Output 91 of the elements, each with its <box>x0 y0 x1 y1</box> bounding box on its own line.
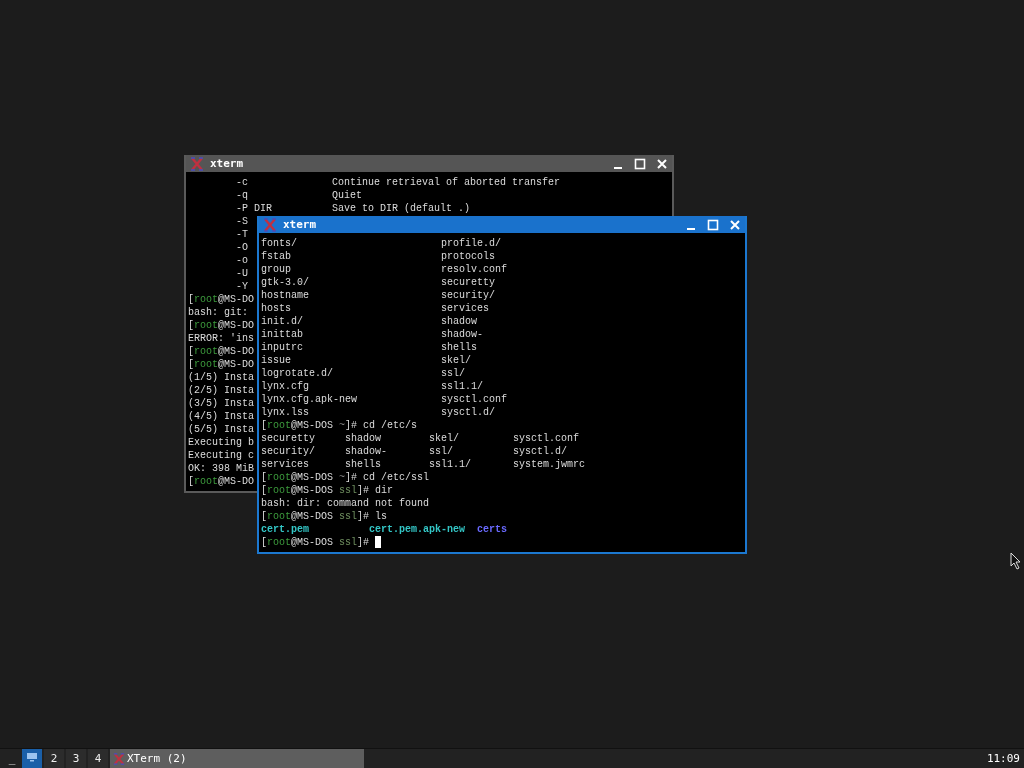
terminal-text: group <box>261 263 292 276</box>
prompt-text: [root@MS-DOS ~]# cd /etc/ssl <box>261 471 430 484</box>
terminal-text: shadow <box>345 432 382 445</box>
desktop-button[interactable]: 3 <box>66 749 86 768</box>
window-title: xterm <box>210 157 244 170</box>
terminal-text: ssl1.1/ <box>429 458 472 471</box>
terminal-text: OK: 398 MiB <box>188 462 254 475</box>
prompt-text: [root@MS-DO <box>188 319 255 332</box>
terminal-text: shadow- <box>345 445 388 458</box>
monitor-icon <box>26 752 38 762</box>
terminal-text: -P DIR <box>236 202 273 215</box>
desktop-button[interactable] <box>22 749 42 768</box>
terminal-text: init.d/ <box>261 315 304 328</box>
terminal-text: ssl/ <box>429 445 454 458</box>
terminal-text: services <box>441 302 491 315</box>
terminal-text: (2/5) Insta <box>188 384 254 397</box>
x-logo-icon <box>263 217 277 232</box>
terminal-text: (1/5) Insta <box>188 371 254 384</box>
terminal-text: -q <box>236 189 249 202</box>
terminal-text: -U <box>236 267 248 280</box>
terminal-text: services <box>261 458 310 471</box>
terminal-text: fonts/ <box>261 237 298 250</box>
prompt-text: [root@MS-DO <box>188 293 255 306</box>
terminal-text: Continue retrieval of aborted transfer <box>332 176 561 189</box>
terminal-text: protocols <box>441 250 497 263</box>
terminal-text: lynx.cfg.apk-new <box>261 393 358 406</box>
terminal-text: ssl1.1/ <box>441 380 485 393</box>
terminal-text: Executing b <box>188 436 254 449</box>
terminal-text: issue <box>261 354 292 367</box>
file-name: cert.pem <box>261 523 310 536</box>
desktop-button[interactable]: 2 <box>44 749 64 768</box>
terminal-text: fstab <box>261 250 292 263</box>
terminal-text: Executing c <box>188 449 254 462</box>
file-name: certs <box>477 523 509 536</box>
prompt-text: [root@MS-DO <box>188 475 255 488</box>
terminal-text: inittab <box>261 328 304 341</box>
terminal-text: shadow <box>441 315 479 328</box>
terminal-text: lynx.lss <box>261 406 310 419</box>
window-title: xterm <box>283 218 317 231</box>
terminal-text: security/ <box>441 289 497 302</box>
terminal-text: -c <box>236 176 249 189</box>
terminal-text: securetty <box>441 276 497 289</box>
terminal-text: -O <box>236 241 248 254</box>
terminal-text: sysctl.d/ <box>513 445 568 458</box>
desktop-button[interactable]: 4 <box>88 749 108 768</box>
terminal-text: bash: dir: command not found <box>261 497 430 510</box>
prompt-text: [root@MS-DO <box>188 345 255 358</box>
terminal-text: ERROR: 'ins <box>188 332 254 345</box>
terminal-text: Save to DIR (default .) <box>332 202 471 215</box>
terminal-text: (3/5) Insta <box>188 397 254 410</box>
terminal-text: shells <box>441 341 479 354</box>
terminal-text: logrotate.d/ <box>261 367 334 380</box>
terminal-text: hostname <box>261 289 310 302</box>
terminal-text: (4/5) Insta <box>188 410 254 423</box>
prompt-text: [root@MS-DO <box>188 358 255 371</box>
terminal-text: profile.d/ <box>441 237 503 250</box>
terminal-text: gtk-3.0/ <box>261 276 310 289</box>
terminal-text: skel/ <box>441 354 473 367</box>
x-logo-icon <box>190 156 204 171</box>
terminal-text: -o <box>236 254 248 267</box>
terminal-text: (5/5) Insta <box>188 423 254 436</box>
terminal-text: shells <box>345 458 382 471</box>
terminal-text: inputrc <box>261 341 304 354</box>
terminal-text: bash: git: <box>188 306 248 319</box>
terminal-text: ssl/ <box>441 367 467 380</box>
terminal-text: shadow- <box>441 328 485 341</box>
maximize-icon[interactable] <box>707 218 719 231</box>
prompt-text: [root@MS-DOS ssl]# ls <box>261 510 388 523</box>
close-icon[interactable] <box>729 218 741 231</box>
x-logo-icon <box>113 752 125 765</box>
clock: 11:09 <box>986 752 1021 765</box>
terminal-text: system.jwmrc <box>513 458 586 471</box>
terminal-text: sysctl.conf <box>513 432 580 445</box>
terminal-text: resolv.conf <box>441 263 509 276</box>
prompt-text: [root@MS-DOS ssl]# dir <box>261 484 394 497</box>
terminal-text: skel/ <box>429 432 460 445</box>
show-desktop-button[interactable]: _ <box>4 749 20 768</box>
terminal-text: -S <box>236 215 248 228</box>
task-button[interactable]: XTerm (2) <box>110 749 364 768</box>
terminal-text: lynx.cfg <box>261 380 310 393</box>
terminal-text: security/ <box>261 445 316 458</box>
terminal-text: hosts <box>261 302 292 315</box>
terminal-text: -Y <box>236 280 248 293</box>
terminal-text: sysctl.conf <box>441 393 509 406</box>
terminal-text: Quiet <box>332 189 363 202</box>
terminal-text: -T <box>236 228 248 241</box>
prompt-text: [root@MS-DOS ssl]# <box>261 536 371 549</box>
prompt-text: [root@MS-DOS ~]# cd /etc/s <box>261 419 418 432</box>
terminal-text: sysctl.d/ <box>441 406 497 419</box>
terminal-text: securetty <box>261 432 316 445</box>
file-name: cert.pem.apk-new <box>369 523 467 536</box>
